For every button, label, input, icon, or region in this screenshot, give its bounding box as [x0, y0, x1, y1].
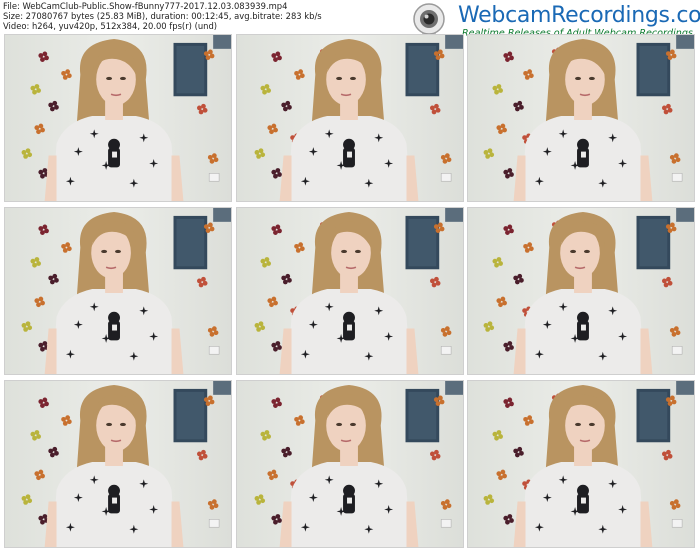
file-line: File: WebCamClub-Public.Show-fBunny777-2…: [3, 1, 288, 11]
frame-image: [5, 208, 231, 374]
thumbnail-grid: [0, 34, 700, 556]
frame-image: [237, 35, 463, 201]
file-info: File: WebCamClub-Public.Show-fBunny777-2…: [3, 1, 322, 31]
header: File: WebCamClub-Public.Show-fBunny777-2…: [0, 0, 700, 44]
video-thumbnail: [467, 207, 695, 375]
video-thumbnail: [236, 380, 464, 548]
video-thumbnail: [4, 207, 232, 375]
frame-image: [237, 381, 463, 547]
frame-image: [468, 35, 694, 201]
frame-image: [5, 35, 231, 201]
video-thumbnail: [4, 380, 232, 548]
frame-image: [468, 381, 694, 547]
video-thumbnail: [467, 34, 695, 202]
video-thumbnail: [236, 34, 464, 202]
size-line: Size: 27080767 bytes (25.83 MiB), durati…: [3, 11, 322, 21]
frame-image: [237, 208, 463, 374]
video-thumbnail: [236, 207, 464, 375]
frame-image: [5, 381, 231, 547]
video-line: Video: h264, yuv420p, 512x384, 20.00 fps…: [3, 21, 218, 31]
site-logo: WebcamRecordings.com Realtime Releases o…: [398, 0, 700, 44]
logo-title: WebcamRecordings.com: [458, 3, 700, 28]
video-thumbnail: [4, 34, 232, 202]
frame-image: [468, 208, 694, 374]
video-thumbnail: [467, 380, 695, 548]
